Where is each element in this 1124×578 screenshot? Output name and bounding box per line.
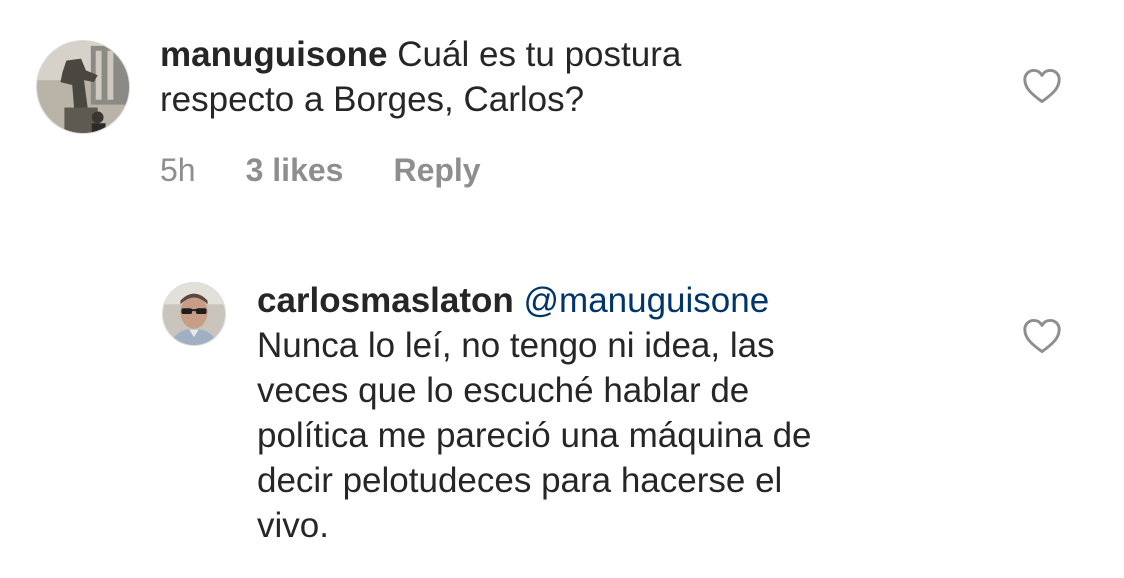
reply-text-line3: política me pareció una máquina de [257,416,812,455]
reply-like-button[interactable] [1022,318,1062,354]
comment-username[interactable]: manuguisone [160,35,388,74]
reply-text-line1: Nunca lo leí, no tengo ni idea, las [257,326,775,365]
reply-username[interactable]: carlosmaslaton [257,281,514,320]
comment-text-line2: respecto a Borges, Carlos? [160,80,585,119]
heart-outline-icon [1023,318,1061,354]
comment-text-line1: Cuál es tu postura [397,35,682,74]
comment-timestamp: 5h [160,152,196,188]
reply-mention-link[interactable]: @manuguisone [524,281,770,320]
reply-body: carlosmaslaton @manuguisone Nunca lo leí… [257,278,997,548]
avatar-man-sunglasses-photo [163,283,225,345]
comment-reply-button[interactable]: Reply [393,152,480,189]
comment-meta: 5h 3 likes Reply [160,152,481,189]
reply-text-line5: vivo. [257,506,329,545]
comments-section: manuguisone Cuál es tu postura respecto … [0,0,1124,578]
comment-body: manuguisone Cuál es tu postura respecto … [160,32,1000,122]
heart-outline-icon [1023,68,1061,104]
comment-likes-count[interactable]: 3 likes [246,152,344,189]
reply-avatar[interactable] [162,282,226,346]
commenter-avatar[interactable] [36,40,130,134]
reply-text-line2: veces que lo escuché hablar de [257,371,750,410]
avatar-statue-photo [37,41,129,133]
reply-text-line4: decir pelotudeces para hacerse el [257,461,783,500]
comment-like-button[interactable] [1022,68,1062,104]
